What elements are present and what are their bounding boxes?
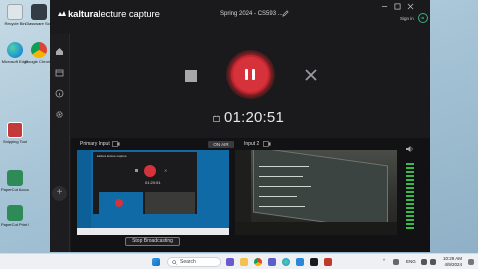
app-icon-8[interactable] (324, 258, 332, 266)
primary-input-preview: kaltura lecture capture ✕ 01:20:51 (77, 150, 229, 235)
tray-wifi-icon[interactable] (421, 259, 427, 265)
classroom-floor (235, 222, 397, 235)
app-icon-1[interactable] (226, 258, 234, 266)
audio-level-meter (406, 163, 414, 231)
teams-icon[interactable] (268, 258, 276, 266)
chalk-line (259, 166, 309, 167)
desktop-icon-chrome[interactable]: Google Chrome (25, 42, 53, 64)
input-2-preview (235, 150, 397, 235)
taskbar-search[interactable]: Search (167, 257, 221, 267)
taskbar-clock[interactable]: 10:29 AM 4/9/2024 (443, 256, 462, 268)
desktop-icon-papercut-account[interactable]: PaperCut Account (1, 170, 29, 192)
chalk-line (259, 206, 305, 207)
language-indicator[interactable]: ENG (406, 259, 416, 264)
desktop-icon-snipping-tool[interactable]: Snipping Tool (1, 122, 29, 144)
nested-timer: 01:20:51 (145, 180, 161, 185)
nested-desktop-right (199, 152, 229, 214)
tray-network-icon[interactable] (393, 259, 399, 265)
meter-segment (406, 203, 414, 205)
papercut-print-icon (7, 205, 23, 221)
meter-segment (406, 227, 414, 229)
edge-icon[interactable] (282, 258, 290, 266)
desktop-icon-glassware[interactable]: Glassware Screen Share (25, 4, 53, 26)
store-icon[interactable] (296, 258, 304, 266)
nested-stop-button (135, 169, 138, 172)
meter-segment (406, 171, 414, 173)
input-2-label: Input 2 (244, 141, 260, 147)
camera-icon[interactable] (263, 141, 271, 147)
screen-share-icon (31, 4, 47, 20)
chalk-line (259, 176, 303, 177)
meter-segment (406, 179, 414, 181)
recycle-bin-icon (7, 4, 23, 20)
snipping-tool-icon (7, 122, 23, 138)
chalk-line (259, 186, 311, 187)
file-explorer-icon[interactable] (240, 258, 248, 266)
meter-segment (406, 195, 414, 197)
taskbar: Search ^ ENG 10:29 AM 4/9/2024 (0, 253, 478, 269)
meter-segment (406, 211, 414, 213)
meter-segment (406, 167, 414, 169)
meter-segment (406, 175, 414, 177)
tray-volume-icon[interactable] (430, 259, 436, 265)
meter-segment (406, 223, 414, 225)
meter-segment (406, 215, 414, 217)
speaker-icon[interactable] (405, 145, 414, 153)
stop-broadcasting-button[interactable]: Stop Broadcasting (125, 237, 180, 246)
search-icon (172, 260, 177, 265)
chrome-icon[interactable] (254, 258, 262, 266)
desktop-icon-papercut-print-release[interactable]: PaperCut Print Release (1, 205, 29, 227)
search-placeholder: Search (180, 259, 196, 265)
preview-region: Primary Input ON AIR Input 2 kaltura lec… (50, 0, 430, 252)
nested-taskbar (77, 228, 229, 235)
nested-cancel-x: ✕ (164, 168, 168, 173)
chalk-line (259, 196, 297, 197)
meter-segment (406, 163, 414, 165)
meter-segment (406, 219, 414, 221)
start-windows-icon[interactable] (152, 258, 160, 266)
edge-icon (7, 42, 23, 58)
camera-icon[interactable] (112, 141, 120, 147)
nested-logo: kaltura lecture capture (97, 154, 127, 158)
meter-segment (406, 207, 414, 209)
nested-pause-small (115, 199, 123, 207)
meter-segment (406, 191, 414, 193)
tray-chevron-icon[interactable]: ^ (383, 258, 385, 263)
meter-segment (406, 199, 414, 201)
notification-bell-icon[interactable] (468, 259, 474, 265)
nested-pause-button (144, 165, 156, 177)
papercut-icon (7, 170, 23, 186)
chrome-icon (31, 42, 47, 58)
nested-desktop-strip (77, 150, 91, 235)
primary-input-label: Primary Input (80, 141, 110, 147)
nested-preview-2 (145, 192, 195, 214)
clock-date: 4/9/2024 (444, 262, 463, 267)
meter-segment (406, 187, 414, 189)
kaltura-taskbar-icon[interactable] (310, 258, 318, 266)
on-air-badge: ON AIR (208, 141, 234, 148)
meter-segment (406, 183, 414, 185)
